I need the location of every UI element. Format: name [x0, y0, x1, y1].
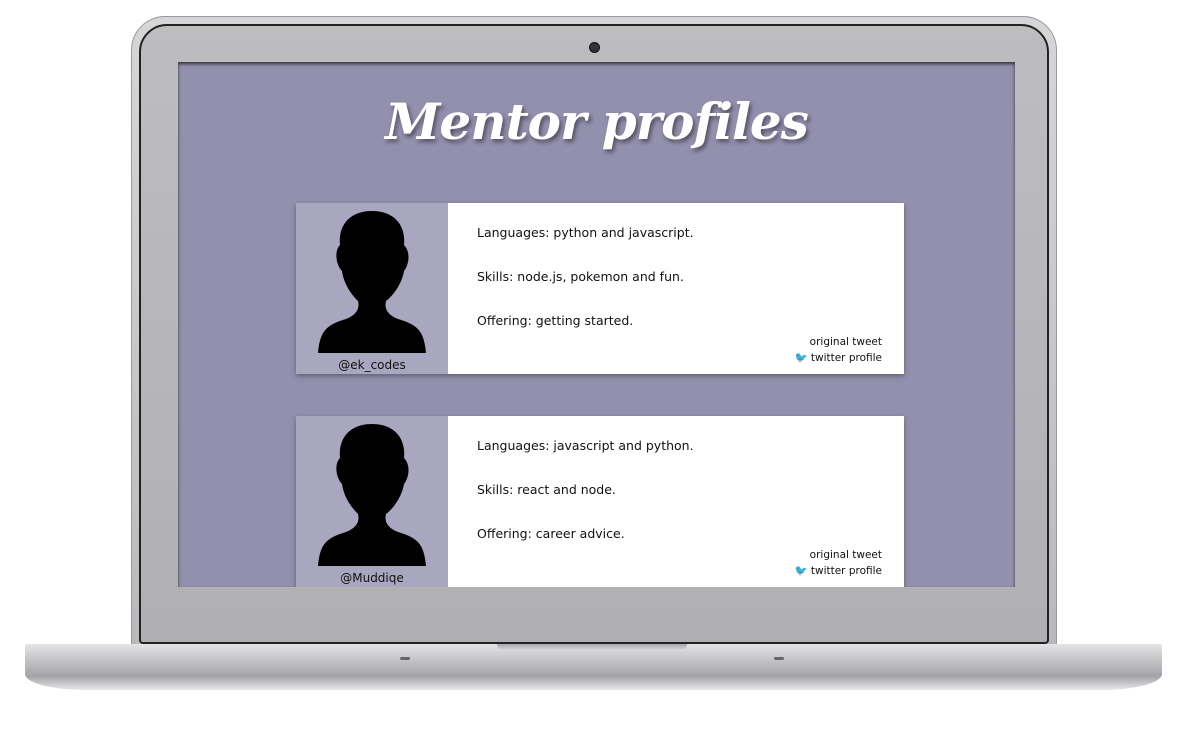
mentor-handle: @ek_codes	[338, 358, 406, 372]
silhouette-icon	[318, 211, 426, 353]
laptop-foot	[774, 657, 784, 660]
avatar: @Muddiqe	[296, 416, 448, 587]
silhouette-icon	[318, 424, 426, 566]
twitter-profile-link[interactable]: twitter profile	[811, 352, 882, 364]
laptop-notch	[497, 644, 687, 650]
camera-icon	[589, 42, 600, 53]
twitter-icon: 🐦	[794, 565, 808, 577]
languages: Languages: python and javascript.	[477, 225, 694, 240]
twitter-icon: 🐦	[794, 352, 808, 364]
skills: Skills: react and node.	[477, 482, 616, 497]
offering: Offering: getting started.	[477, 313, 634, 328]
page-title: Mentor profiles	[385, 92, 809, 151]
laptop-base	[25, 644, 1162, 690]
laptop-foot	[400, 657, 410, 660]
avatar: @ek_codes	[296, 203, 448, 374]
skills: Skills: node.js, pokemon and fun.	[477, 269, 684, 284]
languages: Languages: javascript and python.	[477, 438, 694, 453]
original-tweet-link[interactable]: original tweet	[810, 549, 882, 561]
offering: Offering: career advice.	[477, 526, 625, 541]
screen: Mentor profiles @ek_codes Languages: pyt…	[178, 62, 1015, 587]
mentor-card: @ek_codes Languages: python and javascri…	[296, 203, 904, 374]
twitter-profile-link[interactable]: twitter profile	[811, 565, 882, 577]
mentor-handle: @Muddiqe	[340, 571, 404, 585]
mentor-card: @Muddiqe Languages: javascript and pytho…	[296, 416, 904, 587]
original-tweet-link[interactable]: original tweet	[810, 336, 882, 348]
